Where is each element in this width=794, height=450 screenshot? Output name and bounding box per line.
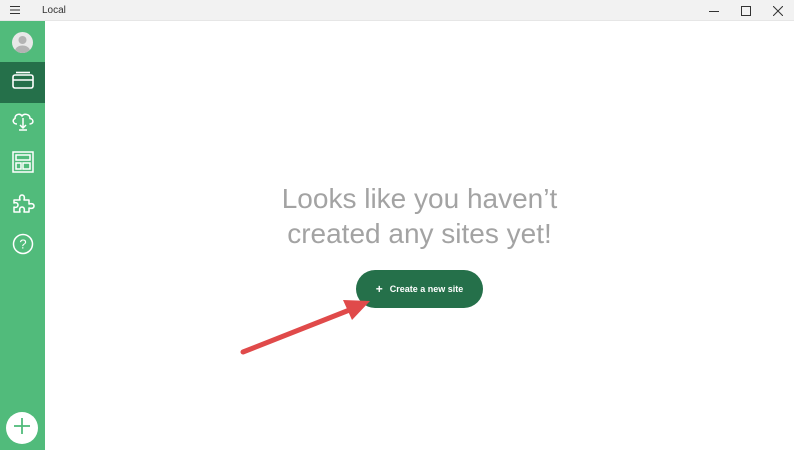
sites-icon xyxy=(11,71,34,94)
minimize-icon[interactable] xyxy=(698,0,730,21)
cloud-connect-icon xyxy=(11,111,35,136)
plus-icon xyxy=(13,417,31,440)
create-new-site-label: Create a new site xyxy=(389,284,464,294)
sidebar-item-addons[interactable] xyxy=(0,185,45,226)
main-content: Looks like you haven’t created any sites… xyxy=(45,21,794,450)
sidebar-item-blueprints[interactable] xyxy=(0,144,45,185)
window-controls xyxy=(698,0,794,21)
sidebar-item-help[interactable]: ? xyxy=(0,226,45,267)
empty-state-message: Looks like you haven’t created any sites… xyxy=(45,181,794,251)
close-icon[interactable] xyxy=(762,0,794,21)
user-avatar-icon[interactable] xyxy=(12,32,33,53)
puzzle-icon xyxy=(11,192,35,219)
empty-state-line-2: created any sites yet! xyxy=(287,218,552,249)
window-title: Local xyxy=(42,4,66,16)
create-new-site-button[interactable]: + Create a new site xyxy=(356,270,483,308)
empty-state-line-1: Looks like you haven’t xyxy=(281,183,558,214)
hamburger-icon[interactable] xyxy=(0,0,30,21)
window-titlebar: Local xyxy=(0,0,794,21)
help-icon: ? xyxy=(12,233,34,260)
plus-icon: + xyxy=(375,282,383,296)
sidebar-item-connect[interactable] xyxy=(0,103,45,144)
blueprint-layout-icon xyxy=(11,151,34,178)
sidebar: ? xyxy=(0,21,45,450)
svg-text:?: ? xyxy=(19,237,26,252)
add-site-button[interactable] xyxy=(6,412,38,444)
maximize-icon[interactable] xyxy=(730,0,762,21)
sidebar-item-sites[interactable] xyxy=(0,62,45,103)
